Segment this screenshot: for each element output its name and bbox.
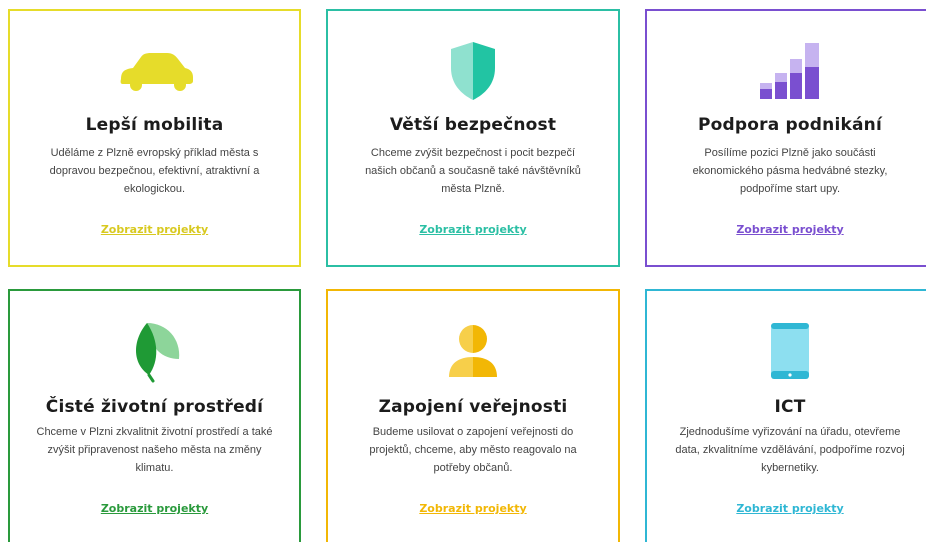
topics-grid: Lepší mobilita Uděláme z Plzně evropský …: [0, 0, 926, 542]
card-description: Uděláme z Plzně evropský příklad města s…: [49, 147, 260, 195]
card-ict: ICT Zjednodušíme vyřizování na úřadu, ot…: [645, 289, 926, 542]
show-projects-link[interactable]: Zobrazit projekty: [328, 223, 618, 236]
card-title: Větší bezpečnost: [389, 115, 557, 135]
card-mobility: Lepší mobilita Uděláme z Plzně evropský …: [8, 9, 301, 267]
card-title: Zapojení veřejnosti: [378, 397, 568, 417]
card-title: ICT: [774, 397, 806, 417]
card-environment: Čisté životní prostředí Chceme v Plzni z…: [8, 289, 301, 542]
card-description: Chceme v Plzni zkvalitnit životní prostř…: [36, 426, 273, 474]
tablet-icon: [647, 319, 926, 383]
card-description: Posílíme pozici Plzně jako součásti ekon…: [692, 147, 888, 195]
shield-icon: [328, 39, 618, 103]
car-icon: [10, 39, 299, 103]
card-title: Lepší mobilita: [85, 115, 224, 135]
card-business: Podpora podnikání Posílíme pozici Plzně …: [645, 9, 926, 267]
card-title: Podpora podnikání: [698, 115, 882, 135]
leaf-icon: [10, 319, 299, 383]
card-safety: Větší bezpečnost Chceme zvýšit bezpečnos…: [326, 9, 620, 267]
show-projects-link[interactable]: Zobrazit projekty: [10, 223, 299, 236]
show-projects-link[interactable]: Zobrazit projekty: [328, 502, 618, 515]
card-description: Chceme zvýšit bezpečnost i pocit bezpečí…: [365, 147, 581, 195]
card-title: Čisté životní prostředí: [45, 397, 264, 417]
person-icon: [328, 319, 618, 383]
card-public: Zapojení veřejnosti Budeme usilovat o za…: [326, 289, 620, 542]
card-description: Budeme usilovat o zapojení veřejnosti do…: [369, 426, 577, 474]
show-projects-link[interactable]: Zobrazit projekty: [647, 223, 926, 236]
show-projects-link[interactable]: Zobrazit projekty: [10, 502, 299, 515]
bar-growth-icon: [647, 39, 926, 103]
show-projects-link[interactable]: Zobrazit projekty: [647, 502, 926, 515]
card-description: Zjednodušíme vyřizování na úřadu, otevře…: [675, 426, 905, 474]
